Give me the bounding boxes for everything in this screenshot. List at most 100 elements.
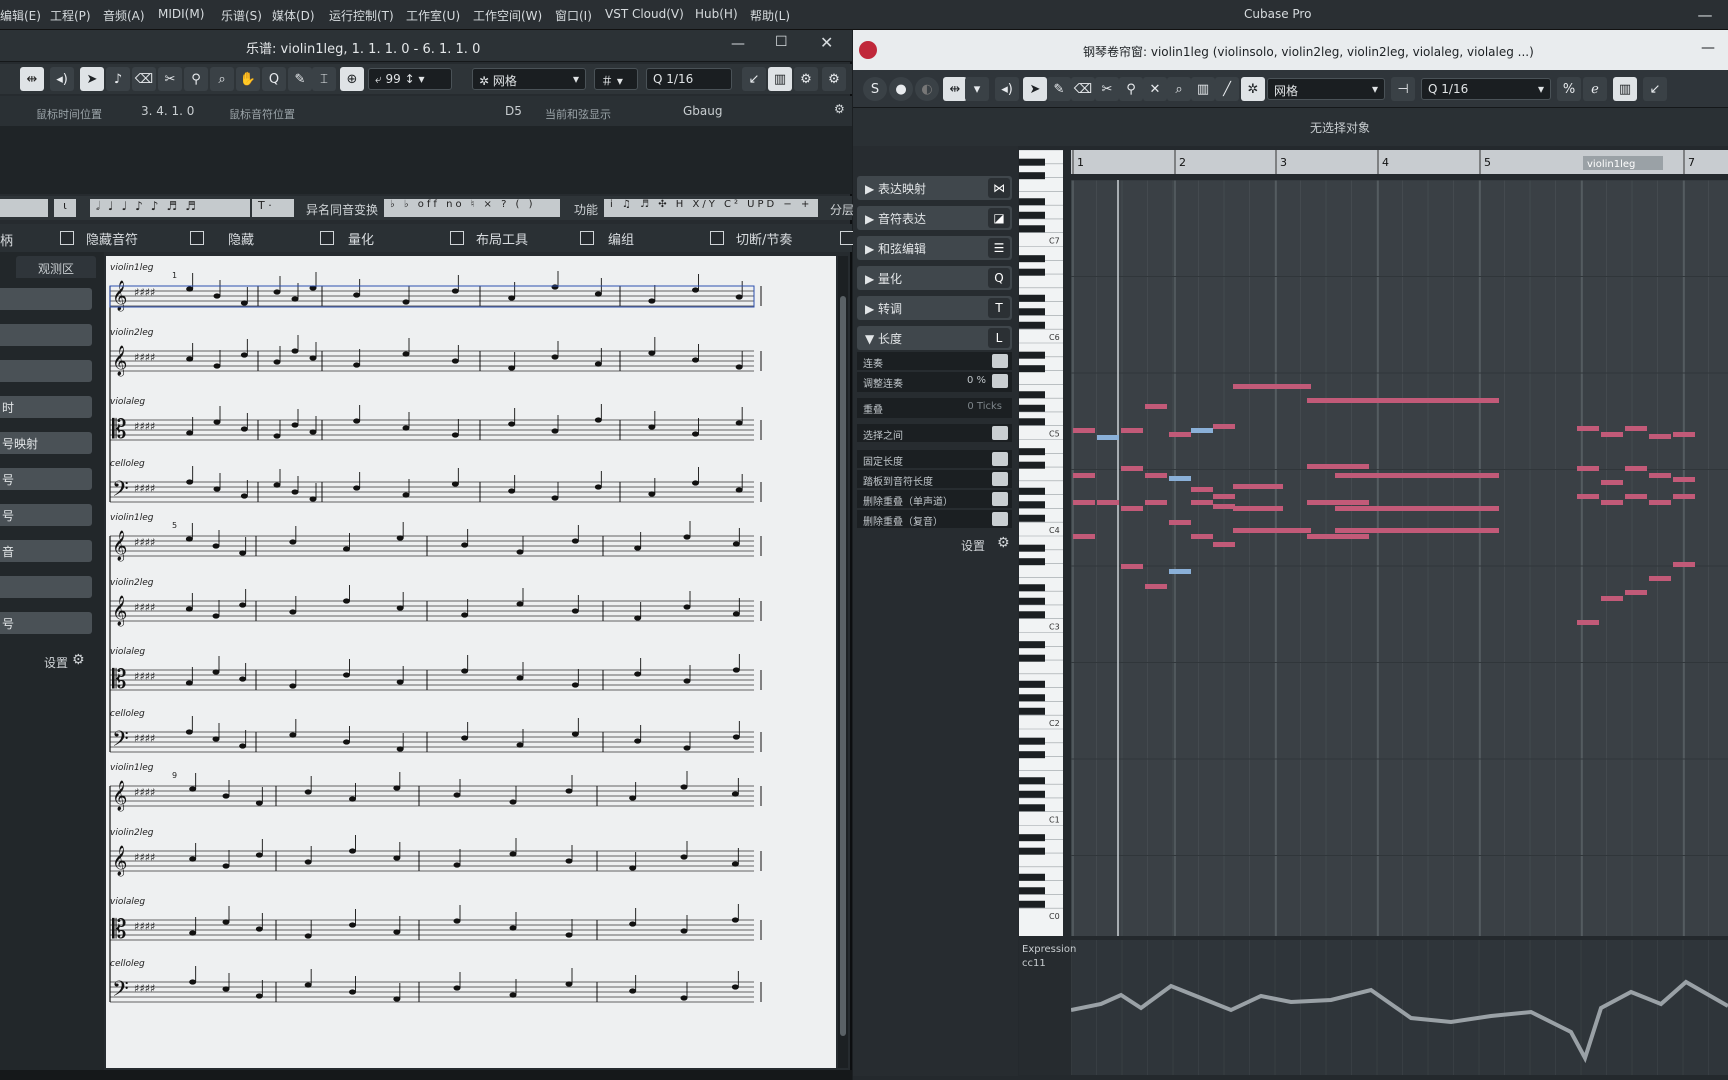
glue-icon[interactable]: ⚲ xyxy=(1119,77,1143,101)
speaker-icon[interactable]: ◂) xyxy=(50,67,74,91)
mute-icon[interactable]: ✕ xyxy=(1143,77,1167,101)
scissors-icon[interactable]: ✂ xyxy=(1095,77,1119,101)
delete-overlap-mono-row[interactable]: 删除重叠（单声道） xyxy=(857,490,1012,508)
side-button[interactable]: 号 xyxy=(0,468,92,490)
trim-icon[interactable]: ╱ xyxy=(1215,77,1239,101)
window-layout-icon[interactable]: ⇹ xyxy=(943,77,967,101)
piano-keyboard[interactable]: C7 C6 C5 C4 C3 C2 C1 C0 xyxy=(1019,149,1063,936)
section-note-expression[interactable]: ▶ 音符表达 ◪ xyxy=(857,206,1012,230)
scissors-icon[interactable]: ✂ xyxy=(158,67,182,91)
apply-button[interactable] xyxy=(992,512,1008,526)
section-transpose[interactable]: ▶ 转调 T xyxy=(857,296,1012,320)
side-button[interactable] xyxy=(0,324,92,346)
gear-icon[interactable]: ⚙ xyxy=(834,102,845,116)
side-button[interactable] xyxy=(0,360,92,382)
section-quantize[interactable]: ▶ 量化 Q xyxy=(857,266,1012,290)
apply-button[interactable] xyxy=(992,452,1008,466)
chevron-down-icon[interactable]: ▾ xyxy=(965,77,989,101)
hide-notes-checkbox[interactable] xyxy=(60,231,74,245)
cut-rhythm-checkbox[interactable] xyxy=(710,231,724,245)
side-button[interactable]: 号映射 xyxy=(0,432,92,454)
gear-icon[interactable]: ⚙ xyxy=(822,67,846,91)
minimize-icon[interactable]: — xyxy=(1701,40,1715,56)
controller-lane[interactable] xyxy=(1070,940,1728,1075)
apply-button[interactable] xyxy=(992,426,1008,440)
pointer-tool-icon[interactable]: ➤ xyxy=(1023,77,1047,101)
adjust-legato-row[interactable]: 调整连奏 0 % xyxy=(857,372,1012,392)
menu-studio[interactable]: 工作室(U) xyxy=(406,7,460,24)
iterative-quantize-icon[interactable]: % xyxy=(1557,77,1581,101)
side-button[interactable]: 号 xyxy=(0,504,92,526)
tempo-field[interactable]: ⤶ 99 ↕ ▾ xyxy=(368,68,452,90)
fixed-length-row[interactable]: 固定长度 xyxy=(857,450,1012,468)
apply-button[interactable] xyxy=(992,374,1008,388)
enharmonic-palette[interactable]: ♭ ♭ off no ♮ × ? ( ) xyxy=(384,199,560,217)
maximize-icon[interactable]: ☐ xyxy=(775,34,788,50)
menu-hub[interactable]: Hub(H) xyxy=(695,7,738,21)
minimize-icon[interactable]: — xyxy=(1682,0,1728,30)
overlap-value[interactable]: 0 Ticks xyxy=(967,401,1002,412)
zoom-icon[interactable]: ⌕ xyxy=(1167,77,1191,101)
section-expression-map[interactable]: ▶ 表达映射 ⋈ xyxy=(857,176,1012,200)
side-button[interactable]: 号 xyxy=(0,612,92,634)
delete-overlap-poly-row[interactable]: 删除重叠（复音） xyxy=(857,510,1012,528)
loop-icon[interactable]: ◐ xyxy=(915,77,939,101)
apply-button[interactable] xyxy=(992,492,1008,506)
gear-icon[interactable]: ⚙ xyxy=(72,652,85,668)
menu-media[interactable]: 媒体(D) xyxy=(272,7,315,24)
snap-mode-select[interactable]: 网格 ▾ xyxy=(1267,78,1385,100)
legato-value[interactable]: 0 % xyxy=(967,375,986,386)
pencil-icon[interactable]: ✎ xyxy=(1047,77,1071,101)
speaker-icon[interactable]: ◂) xyxy=(995,77,1019,101)
arrow-down-left-icon[interactable]: ↙ xyxy=(742,67,766,91)
scroll-thumb[interactable] xyxy=(840,296,846,1036)
quantize-checkbox[interactable] xyxy=(320,231,334,245)
glue-icon[interactable]: ⚲ xyxy=(184,67,208,91)
side-button[interactable]: 时 xyxy=(0,396,92,418)
between-selection-row[interactable]: 选择之间 xyxy=(857,424,1012,442)
quantize-select[interactable]: Q 1/16 xyxy=(646,68,732,90)
note-grid[interactable] xyxy=(1070,179,1728,936)
apply-button[interactable] xyxy=(992,472,1008,486)
minimize-icon[interactable]: — xyxy=(731,36,745,52)
menu-workspace[interactable]: 工作空间(W) xyxy=(473,7,542,24)
side-button[interactable]: 音 xyxy=(0,540,92,562)
side-button[interactable] xyxy=(0,288,92,310)
snap-cursor-icon[interactable]: ⊣ xyxy=(1391,77,1415,101)
pencil-icon[interactable]: ✎ xyxy=(288,67,312,91)
record-icon[interactable]: ● xyxy=(889,77,913,101)
layout-icon[interactable]: Q xyxy=(262,67,286,91)
line-tool-icon[interactable]: ▥ xyxy=(1191,77,1215,101)
note-tool-icon[interactable]: ♪ xyxy=(106,67,130,91)
eraser-icon[interactable]: ⌫ xyxy=(1071,77,1095,101)
function-palette[interactable]: i ♫ ♬ ✣ H X/Y C² UPD − + xyxy=(604,199,818,217)
layout-tool-checkbox[interactable] xyxy=(450,231,464,245)
vertical-scrollbar[interactable] xyxy=(838,256,848,1068)
legato-row[interactable]: 连奏 xyxy=(857,352,1012,370)
pedal-to-length-row[interactable]: 踏板到音符长度 xyxy=(857,470,1012,488)
snap-mode-select[interactable]: ✲ 网格 ▾ xyxy=(472,68,586,90)
grid-select[interactable]: ＃ ▾ xyxy=(594,68,638,90)
controller-name[interactable]: Expression xyxy=(1022,944,1076,955)
layout-panel-icon[interactable]: ▥ xyxy=(768,67,792,91)
hand-icon[interactable]: ✋ xyxy=(236,67,260,91)
close-icon[interactable]: ✕ xyxy=(820,33,833,52)
section-chord-editing[interactable]: ▶ 和弦编辑 ☰ xyxy=(857,236,1012,260)
time-ruler[interactable]: 1 2 3 4 5 7 violin1leg xyxy=(1071,150,1728,174)
text-tool-icon[interactable]: ⌶ xyxy=(312,67,336,91)
solo-icon[interactable]: S xyxy=(863,77,887,101)
menu-help[interactable]: 帮助(L) xyxy=(750,7,790,24)
symbol-slot[interactable] xyxy=(0,199,48,217)
menu-midi[interactable]: MIDI(M) xyxy=(158,7,204,21)
tuplet-button[interactable]: T · xyxy=(252,199,294,217)
tab-observation[interactable]: 观测区 xyxy=(16,256,96,278)
menu-score[interactable]: 乐谱(S) xyxy=(221,7,262,24)
arrow-down-left-icon[interactable]: ↙ xyxy=(1643,77,1667,101)
quantize-select[interactable]: Q 1/16 ▾ xyxy=(1421,78,1551,100)
group-checkbox[interactable] xyxy=(580,231,594,245)
settings-icon[interactable]: ⚙ xyxy=(794,67,818,91)
score-sheet[interactable]: violin1leg 𝄞 ♯♯♯♯ violin2leg 𝄞 ♯♯♯♯ violaleg 𝄡 ♯… xyxy=(106,256,836,1068)
zoom-icon[interactable]: ⌕ xyxy=(210,67,234,91)
layout-panel-icon[interactable]: ▥ xyxy=(1613,77,1637,101)
apply-button[interactable] xyxy=(992,354,1008,368)
